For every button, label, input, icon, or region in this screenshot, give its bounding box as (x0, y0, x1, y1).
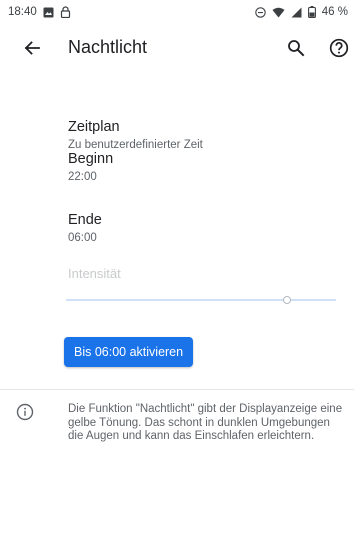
divider (0, 389, 354, 390)
night-light-settings-screen: 18:40 46 % Nachtlicht Zeitplan Zu benutz… (0, 0, 354, 552)
intensity-slider-track (66, 299, 336, 301)
schedule-title: Zeitplan (68, 119, 120, 135)
status-time: 18:40 (8, 6, 37, 18)
search-icon (288, 40, 305, 57)
status-bar-left: 18:40 (8, 6, 71, 18)
wifi-icon (272, 7, 285, 18)
status-bar: 18:40 46 % (0, 0, 354, 24)
start-time-summary: 22:00 (68, 171, 97, 183)
footer-description: Die Funktion "Nachtlicht" gibt der Displ… (68, 403, 343, 442)
back-button[interactable] (12, 28, 52, 68)
start-time-title: Beginn (68, 151, 114, 167)
cell-signal-icon (291, 7, 302, 18)
image-notification-icon (43, 7, 54, 18)
search-button[interactable] (276, 28, 316, 68)
end-time-summary: 06:00 (68, 232, 97, 244)
intensity-label: Intensität (68, 266, 121, 281)
app-bar: Nachtlicht (0, 24, 354, 72)
do-not-disturb-icon (255, 6, 266, 18)
end-time-title: Ende (68, 212, 102, 228)
battery-icon (307, 6, 316, 18)
battery-percent: 46 % (321, 6, 348, 18)
activate-until-button[interactable]: Bis 06:00 aktivieren (64, 337, 194, 367)
status-bar-right: 46 % (255, 6, 348, 18)
intensity-slider-thumb[interactable] (283, 296, 292, 304)
page-title: Nachtlicht (68, 37, 148, 57)
schedule-preference[interactable]: Zeitplan Zu benutzerdefinierter Zeit (68, 118, 338, 153)
start-time-preference[interactable]: Beginn 22:00 (68, 150, 338, 185)
arrow-back-icon (24, 41, 40, 55)
help-button[interactable] (319, 28, 354, 68)
intensity-slider[interactable] (66, 292, 336, 308)
end-time-preference[interactable]: Ende 06:00 (68, 211, 338, 246)
info-icon (16, 403, 34, 426)
help-icon (329, 38, 349, 58)
lock-notification-icon (60, 6, 71, 18)
